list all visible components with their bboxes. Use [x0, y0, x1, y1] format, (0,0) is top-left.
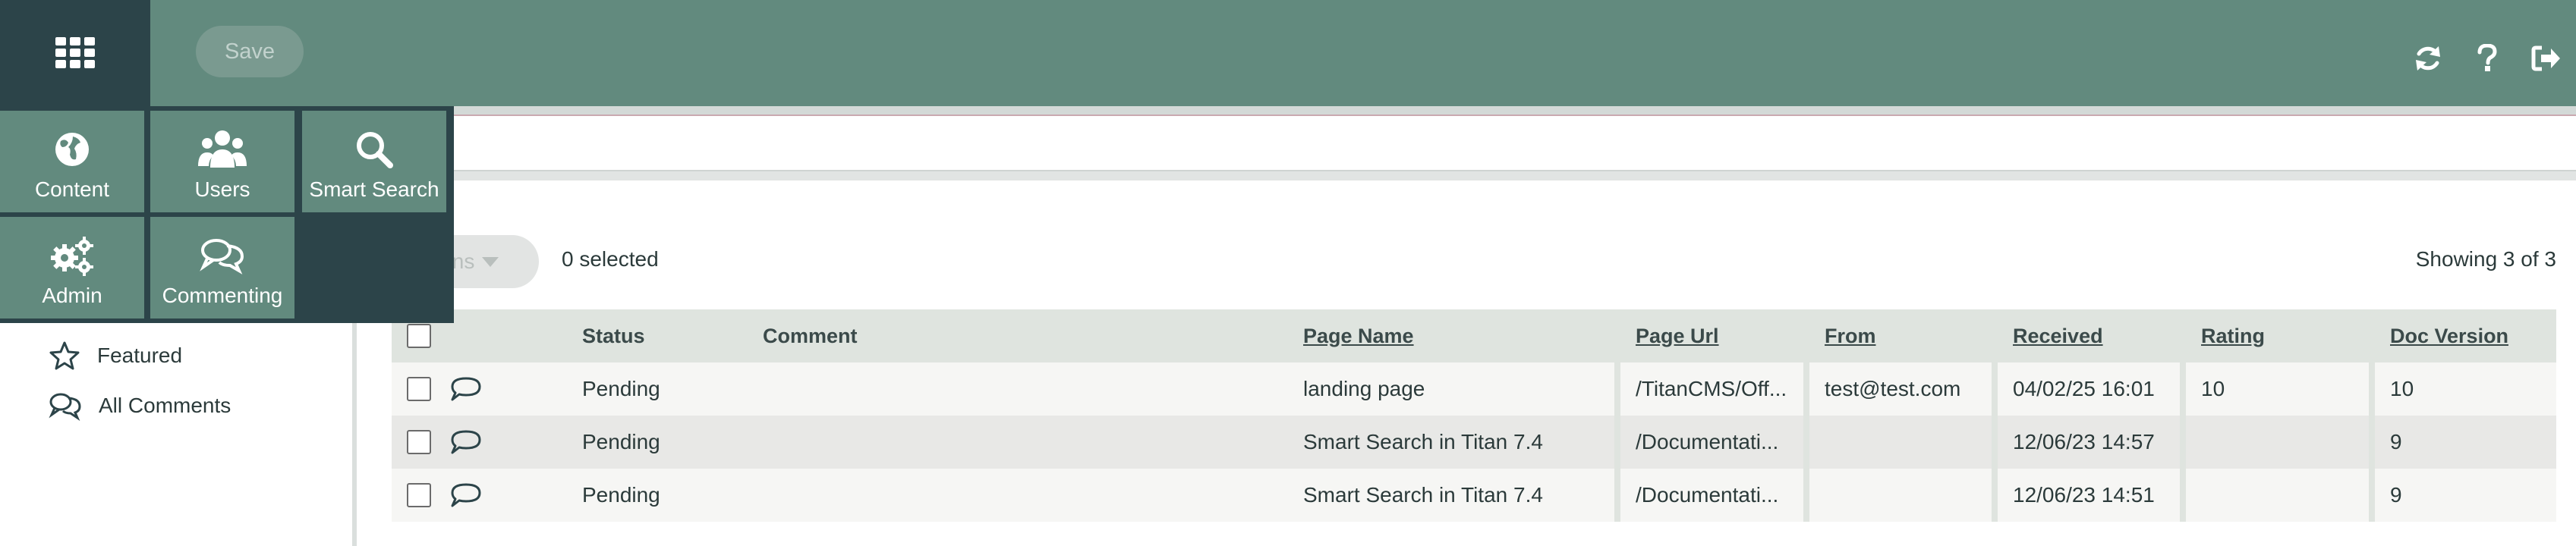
column-divider	[2180, 362, 2186, 416]
table-row[interactable]: Pending landing page /TitanCMS/Off... te…	[392, 362, 2556, 416]
users-icon	[198, 130, 247, 168]
app-tile-admin[interactable]: Admin	[0, 217, 144, 318]
comments-icon	[49, 393, 81, 421]
header-received[interactable]: Received	[2013, 309, 2103, 362]
selected-count: 0 selected	[562, 247, 659, 271]
cell-status: Pending	[582, 430, 660, 453]
globe-icon	[55, 133, 89, 166]
column-divider	[1992, 416, 1998, 469]
cell-page-name: Smart Search in Titan 7.4	[1303, 483, 1543, 507]
cell-doc-version: 9	[2390, 483, 2402, 507]
row-checkbox[interactable]	[407, 430, 431, 454]
sidebar-item-all-comments[interactable]: All Comments	[49, 387, 231, 425]
sidebar-item-label: Featured	[97, 344, 183, 367]
cell-from: test@test.com	[1825, 377, 1961, 400]
column-divider	[2180, 416, 2186, 469]
cell-rating: 10	[2201, 377, 2225, 400]
row-select-cell	[407, 416, 431, 469]
top-right-actions	[2398, 32, 2576, 85]
cell-received: 12/06/23 14:51	[2013, 483, 2155, 507]
table-header-row: Status Comment Page Name Page Url From R…	[392, 309, 2556, 362]
cell-page-url: /Documentati...	[1636, 483, 1779, 507]
cell-page-url: /Documentati...	[1636, 430, 1779, 453]
comment-bubble-button[interactable]	[449, 362, 483, 416]
column-divider	[1992, 362, 1998, 416]
apps-grid-button[interactable]	[0, 0, 150, 106]
apps-grid-icon	[55, 37, 95, 68]
cell-status: Pending	[582, 377, 660, 400]
column-divider	[2369, 469, 2375, 522]
comment-bubble-button[interactable]	[449, 416, 483, 469]
sidebar-item-label: All Comments	[99, 394, 231, 417]
app-tile-label: Content	[34, 177, 110, 201]
header-page-url[interactable]: Page Url	[1636, 309, 1719, 362]
column-divider	[1803, 416, 1809, 469]
top-bar: Save	[0, 0, 2576, 106]
column-divider	[2180, 469, 2186, 522]
app-tile-label: Smart Search	[309, 177, 439, 201]
column-divider	[1992, 469, 1998, 522]
app-tile-smart-search[interactable]: Smart Search	[302, 111, 446, 212]
app-tile-label: Admin	[42, 284, 102, 307]
app-tile-users[interactable]: Users	[150, 111, 294, 212]
cell-page-name: Smart Search in Titan 7.4	[1303, 430, 1543, 453]
comment-bubble-button[interactable]	[449, 469, 483, 522]
cell-doc-version: 9	[2390, 430, 2402, 453]
help-button[interactable]	[2458, 32, 2517, 85]
cell-page-name: landing page	[1303, 377, 1425, 400]
star-icon	[49, 341, 80, 370]
help-icon	[2477, 44, 2497, 71]
header-doc-version[interactable]: Doc Version	[2390, 309, 2508, 362]
sign-out-button[interactable]	[2517, 32, 2576, 85]
sign-out-icon	[2531, 46, 2560, 71]
cell-received: 04/02/25 16:01	[2013, 377, 2155, 400]
caret-down-icon	[482, 256, 499, 267]
column-divider	[1614, 362, 1620, 416]
search-icon	[357, 132, 393, 168]
row-checkbox[interactable]	[407, 377, 431, 401]
app-tile-content[interactable]: Content	[0, 111, 144, 212]
app-menu: Content Users Smart Search Admin Comment…	[0, 106, 454, 323]
comment-icon	[451, 483, 481, 507]
header-comment: Comment	[763, 324, 858, 347]
table-row[interactable]: Pending Smart Search in Titan 7.4 /Docum…	[392, 469, 2556, 522]
gears-icon	[51, 237, 93, 276]
comment-icon	[451, 377, 481, 401]
cell-received: 12/06/23 14:57	[2013, 430, 2155, 453]
app-tile-commenting[interactable]: Commenting	[150, 217, 294, 318]
column-divider	[1803, 469, 1809, 522]
comments-table: Status Comment Page Name Page Url From R…	[392, 309, 2556, 522]
header-rating[interactable]: Rating	[2201, 309, 2265, 362]
result-count: Showing 3 of 3	[2415, 247, 2556, 271]
refresh-icon	[2416, 46, 2440, 71]
column-divider	[1614, 469, 1620, 522]
refresh-button[interactable]	[2398, 32, 2458, 85]
column-divider	[2369, 362, 2375, 416]
app-tile-label: Users	[194, 177, 250, 201]
row-select-cell	[407, 469, 431, 522]
header-from[interactable]: From	[1825, 309, 1876, 362]
column-divider	[1803, 362, 1809, 416]
select-all-checkbox[interactable]	[407, 324, 431, 348]
cell-doc-version: 10	[2390, 377, 2414, 400]
cell-page-url: /TitanCMS/Off...	[1636, 377, 1787, 400]
save-button[interactable]: Save	[196, 26, 304, 77]
sidebar-item-featured[interactable]: Featured	[49, 337, 182, 375]
column-divider	[1614, 416, 1620, 469]
table-row[interactable]: Pending Smart Search in Titan 7.4 /Docum…	[392, 416, 2556, 469]
header-page-name[interactable]: Page Name	[1303, 309, 1414, 362]
column-divider	[2369, 416, 2375, 469]
cell-status: Pending	[582, 483, 660, 507]
comments-icon	[200, 239, 244, 275]
row-checkbox[interactable]	[407, 483, 431, 507]
row-select-cell	[407, 362, 431, 416]
app-tile-label: Commenting	[162, 284, 283, 307]
comment-icon	[451, 430, 481, 454]
header-status: Status	[582, 324, 645, 347]
